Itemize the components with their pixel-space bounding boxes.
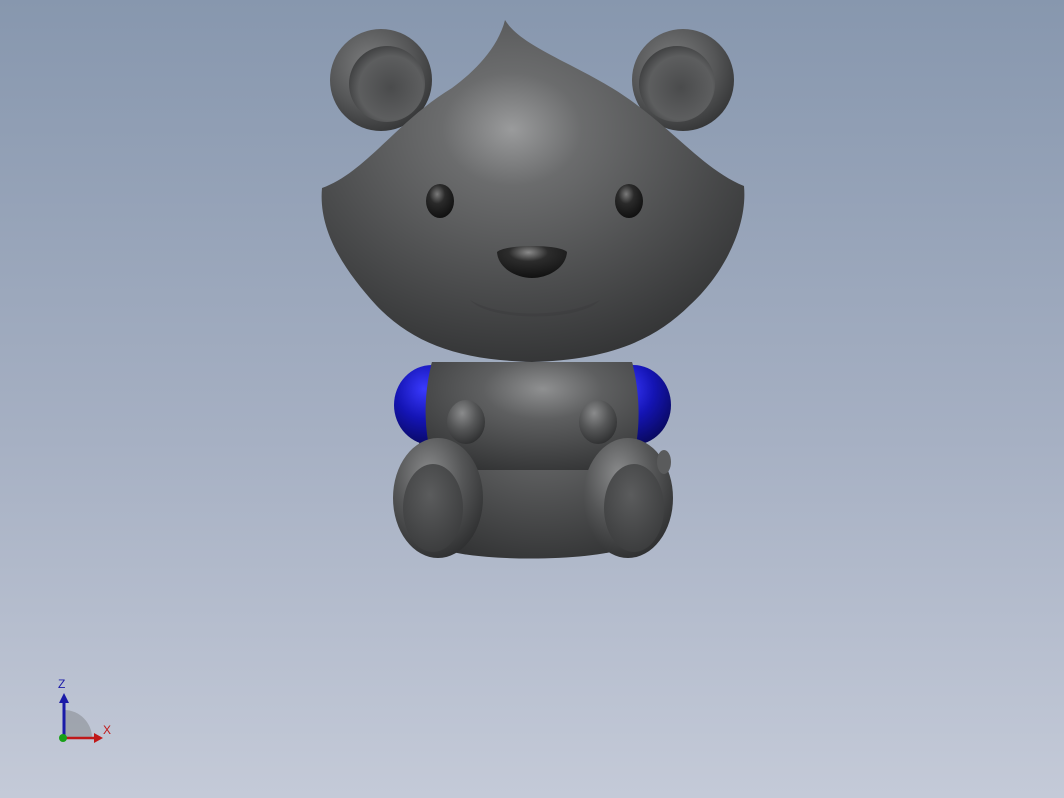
y-axis-point xyxy=(59,734,67,742)
eye-left xyxy=(426,184,454,218)
foot-left xyxy=(393,438,483,558)
triad-z-label: Z xyxy=(58,677,66,691)
paw-right xyxy=(579,400,617,444)
triad-x-label: X xyxy=(103,723,112,737)
cad-viewport[interactable]: Z X xyxy=(0,0,1064,798)
bear-3d-model[interactable] xyxy=(0,0,1064,798)
x-axis-arrow xyxy=(94,733,103,743)
triad-plane-quadrant xyxy=(64,710,92,738)
paw-left xyxy=(447,400,485,444)
z-axis-arrow xyxy=(59,693,69,703)
orientation-triad[interactable]: Z X xyxy=(48,676,120,748)
eye-right xyxy=(615,184,643,218)
foot-right xyxy=(583,438,673,558)
